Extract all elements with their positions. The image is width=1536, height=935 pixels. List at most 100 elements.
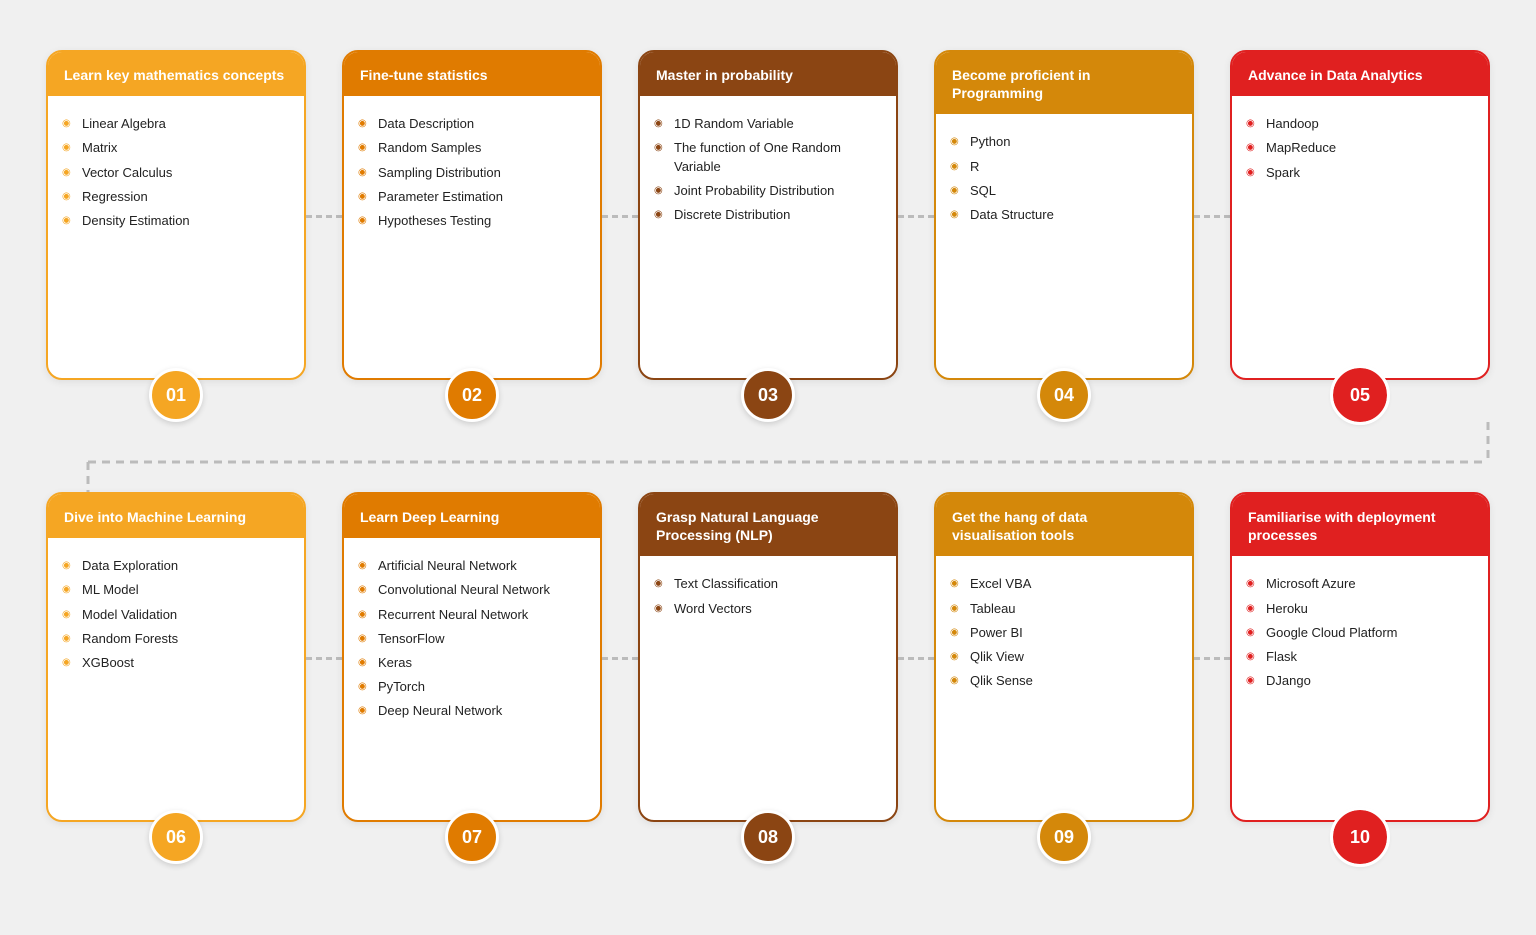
card-with-badge: Become proficient in Programming◉Python◉… (934, 50, 1194, 422)
h-connector (898, 657, 934, 660)
list-item: ◉Density Estimation (62, 209, 290, 233)
list-item: ◉Artificial Neural Network (358, 554, 586, 578)
list-item: ◉Qlik Sense (950, 669, 1178, 693)
list-item: ◉Python (950, 130, 1178, 154)
list-item: ◉Microsoft Azure (1246, 572, 1474, 596)
h-connector (1194, 215, 1230, 218)
card-header-03: Master in probability (640, 52, 896, 96)
card-08: Grasp Natural Language Processing (NLP)◉… (638, 492, 898, 822)
card-09: Get the hang of data visualisation tools… (934, 492, 1194, 822)
list-item: ◉Tableau (950, 597, 1178, 621)
h-connector (306, 657, 342, 660)
list-item: ◉Data Exploration (62, 554, 290, 578)
card-with-badge: Learn Deep Learning◉Artificial Neural Ne… (342, 492, 602, 864)
list-item: ◉Parameter Estimation (358, 185, 586, 209)
list-item: ◉Excel VBA (950, 572, 1178, 596)
card-with-badge: Master in probability◉1D Random Variable… (638, 50, 898, 422)
card-07: Learn Deep Learning◉Artificial Neural Ne… (342, 492, 602, 822)
card-with-badge: Learn key mathematics concepts◉Linear Al… (46, 50, 306, 422)
list-item: ◉Matrix (62, 136, 290, 160)
list-item: ◉Flask (1246, 645, 1474, 669)
card-header-08: Grasp Natural Language Processing (NLP) (640, 494, 896, 556)
list-item: ◉Keras (358, 651, 586, 675)
row-1: Learn key mathematics concepts◉Linear Al… (20, 50, 1516, 422)
badge-06: 06 (149, 810, 203, 864)
card-with-badge: Dive into Machine Learning◉Data Explorat… (46, 492, 306, 864)
card-05: Advance in Data Analytics◉Handoop◉MapRed… (1230, 50, 1490, 380)
badge-01: 01 (149, 368, 203, 422)
card-10: Familiarise with deployment processes◉Mi… (1230, 492, 1490, 822)
h-connector (602, 215, 638, 218)
list-item: ◉Handoop (1246, 112, 1474, 136)
list-item: ◉DJango (1246, 669, 1474, 693)
badge-04: 04 (1037, 368, 1091, 422)
list-item: ◉PyTorch (358, 675, 586, 699)
card-header-04: Become proficient in Programming (936, 52, 1192, 114)
list-item: ◉MapReduce (1246, 136, 1474, 160)
list-item: ◉Model Validation (62, 603, 290, 627)
card-body-03: ◉1D Random Variable◉The function of One … (640, 96, 896, 378)
list-item: ◉R (950, 155, 1178, 179)
card-header-06: Dive into Machine Learning (48, 494, 304, 538)
list-item: ◉Qlik View (950, 645, 1178, 669)
card-body-05: ◉Handoop◉MapReduce◉Spark (1232, 96, 1488, 378)
card-01: Learn key mathematics concepts◉Linear Al… (46, 50, 306, 380)
card-with-badge: Advance in Data Analytics◉Handoop◉MapRed… (1230, 50, 1490, 422)
card-body-02: ◉Data Description◉Random Samples◉Samplin… (344, 96, 600, 378)
card-body-10: ◉Microsoft Azure◉Heroku◉Google Cloud Pla… (1232, 556, 1488, 820)
list-item: ◉SQL (950, 179, 1178, 203)
list-item: ◉TensorFlow (358, 627, 586, 651)
list-item: ◉Vector Calculus (62, 161, 290, 185)
list-item: ◉Convolutional Neural Network (358, 578, 586, 602)
card-body-07: ◉Artificial Neural Network◉Convolutional… (344, 538, 600, 820)
list-item: ◉Data Description (358, 112, 586, 136)
card-header-10: Familiarise with deployment processes (1232, 494, 1488, 556)
row-connector (20, 422, 1516, 492)
card-with-badge: Get the hang of data visualisation tools… (934, 492, 1194, 864)
h-connector (898, 215, 934, 218)
card-header-05: Advance in Data Analytics (1232, 52, 1488, 96)
card-04: Become proficient in Programming◉Python◉… (934, 50, 1194, 380)
badge-09: 09 (1037, 810, 1091, 864)
card-body-08: ◉Text Classification◉Word Vectors (640, 556, 896, 820)
card-with-badge: Grasp Natural Language Processing (NLP)◉… (638, 492, 898, 864)
list-item: ◉Word Vectors (654, 597, 882, 621)
list-item: ◉Spark (1246, 161, 1474, 185)
list-item: ◉Joint Probability Distribution (654, 179, 882, 203)
list-item: ◉Power BI (950, 621, 1178, 645)
list-item: ◉Linear Algebra (62, 112, 290, 136)
list-item: ◉Hypotheses Testing (358, 209, 586, 233)
badge-03: 03 (741, 368, 795, 422)
card-body-04: ◉Python◉R◉SQL◉Data Structure (936, 114, 1192, 378)
h-connector (1194, 657, 1230, 660)
badge-10: 10 (1333, 810, 1387, 864)
card-03: Master in probability◉1D Random Variable… (638, 50, 898, 380)
badge-07: 07 (445, 810, 499, 864)
card-02: Fine-tune statistics◉Data Description◉Ra… (342, 50, 602, 380)
h-connector (306, 215, 342, 218)
badge-02: 02 (445, 368, 499, 422)
list-item: ◉XGBoost (62, 651, 290, 675)
list-item: ◉Random Samples (358, 136, 586, 160)
list-item: ◉Google Cloud Platform (1246, 621, 1474, 645)
list-item: ◉Recurrent Neural Network (358, 603, 586, 627)
card-header-02: Fine-tune statistics (344, 52, 600, 96)
card-header-01: Learn key mathematics concepts (48, 52, 304, 96)
card-body-09: ◉Excel VBA◉Tableau◉Power BI◉Qlik View◉Ql… (936, 556, 1192, 820)
card-06: Dive into Machine Learning◉Data Explorat… (46, 492, 306, 822)
list-item: ◉Random Forests (62, 627, 290, 651)
list-item: ◉Data Structure (950, 203, 1178, 227)
list-item: ◉Discrete Distribution (654, 203, 882, 227)
badge-08: 08 (741, 810, 795, 864)
list-item: ◉Text Classification (654, 572, 882, 596)
list-item: ◉Deep Neural Network (358, 699, 586, 723)
badge-05: 05 (1333, 368, 1387, 422)
list-item: ◉1D Random Variable (654, 112, 882, 136)
list-item: ◉ML Model (62, 578, 290, 602)
card-header-09: Get the hang of data visualisation tools (936, 494, 1192, 556)
card-body-01: ◉Linear Algebra◉Matrix◉Vector Calculus◉R… (48, 96, 304, 378)
card-body-06: ◉Data Exploration◉ML Model◉Model Validat… (48, 538, 304, 820)
h-connector (602, 657, 638, 660)
card-with-badge: Fine-tune statistics◉Data Description◉Ra… (342, 50, 602, 422)
list-item: ◉Heroku (1246, 597, 1474, 621)
